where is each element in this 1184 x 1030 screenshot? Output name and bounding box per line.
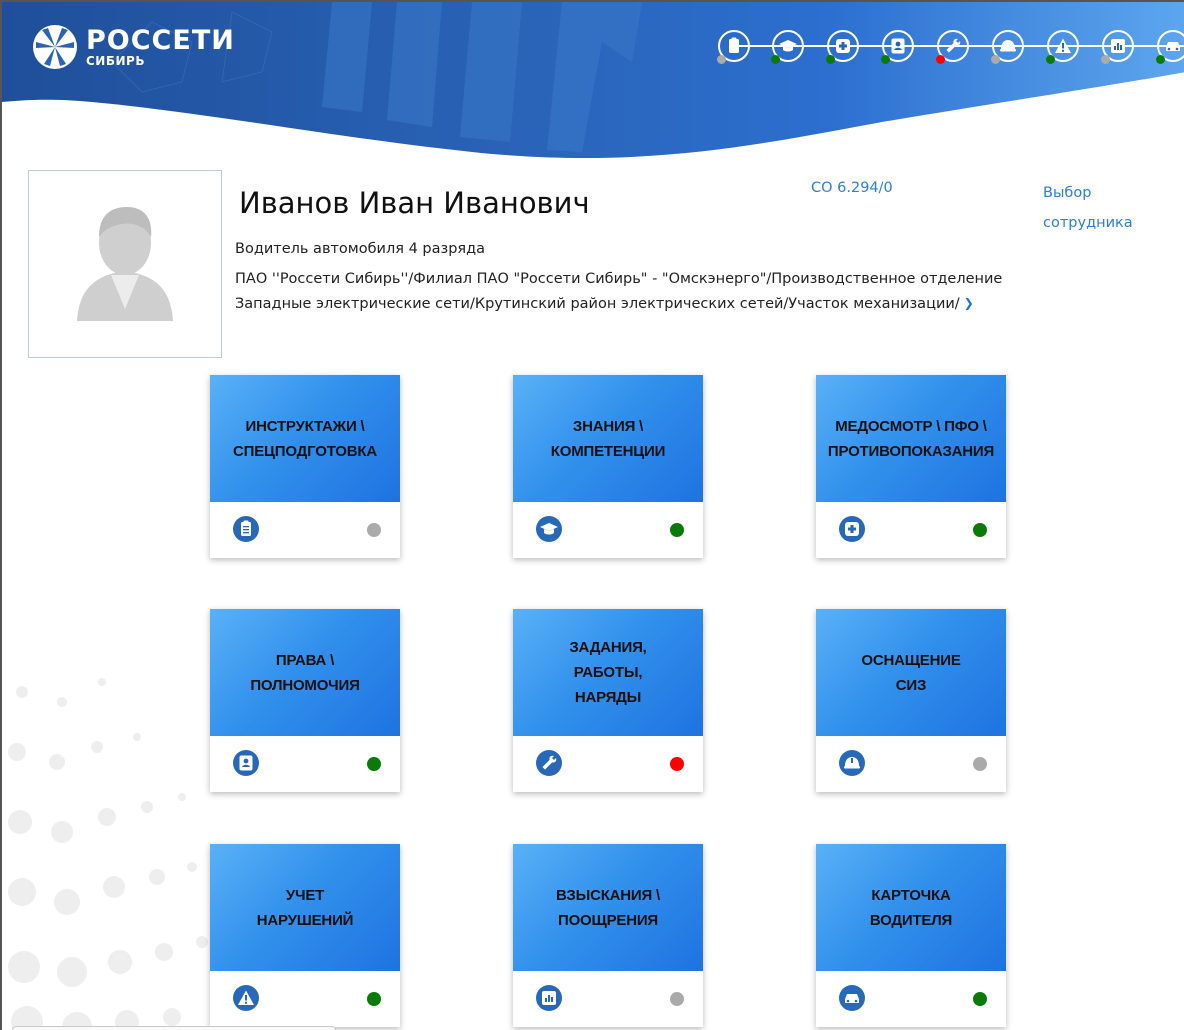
status-indicator xyxy=(367,992,381,1006)
tile-title: ИНСТРУКТАЖИ \ СПЕЦПОДГОТОВКА xyxy=(233,417,377,460)
helmet-icon xyxy=(1000,40,1016,52)
step-status-dot xyxy=(771,55,780,64)
step-status-dot xyxy=(826,55,835,64)
rosseti-logo-icon xyxy=(33,25,77,69)
tile-header[interactable]: КАРТОЧКА ВОДИТЕЛЯ xyxy=(816,844,1006,971)
user-avatar-icon xyxy=(77,207,173,321)
step-penalties[interactable] xyxy=(1101,30,1134,64)
clipboard-icon xyxy=(729,37,739,53)
step-knowledge[interactable] xyxy=(771,30,804,64)
chart-icon xyxy=(536,985,562,1011)
app-frame: РОССЕТИ СИБИРЬ Иванов Иван Иванович СО 6… xyxy=(0,0,1184,1030)
header-banner: РОССЕТИ СИБИРЬ xyxy=(2,2,1184,167)
tile-title: КАРТОЧКА ВОДИТЕЛЯ xyxy=(869,886,953,929)
step-rights[interactable] xyxy=(881,30,914,64)
module-tile[interactable]: ЗНАНИЯ \ КОМПЕТЕНЦИИ xyxy=(513,375,703,558)
tile-header[interactable]: УЧЕТ НАРУШЕНИЙ xyxy=(210,844,400,971)
step-instructions[interactable] xyxy=(717,30,750,64)
status-indicator xyxy=(367,757,381,771)
brand-name: РОССЕТИ xyxy=(86,24,235,56)
module-tile[interactable]: ВЗЫСКАНИЯ \ ПООЩРЕНИЯ xyxy=(513,844,703,1027)
tile-title: ОСНАЩЕНИЕ СИЗ xyxy=(861,651,961,694)
status-indicator xyxy=(670,992,684,1006)
chart-icon xyxy=(1111,39,1125,53)
tile-header[interactable]: ПРАВА \ ПОЛНОМОЧИЯ xyxy=(210,609,400,736)
step-equipment[interactable] xyxy=(991,30,1024,64)
step-status-dot xyxy=(991,55,1000,64)
tile-header[interactable]: ОСНАЩЕНИЕ СИЗ xyxy=(816,609,1006,736)
status-steps xyxy=(717,26,1184,66)
step-tasks[interactable] xyxy=(936,30,969,64)
step-status-dot xyxy=(1046,55,1055,64)
employee-position: Водитель автомобиля 4 разряда xyxy=(235,241,486,257)
status-indicator xyxy=(973,523,987,537)
tile-title: ЗНАНИЯ \ КОМПЕТЕНЦИИ xyxy=(550,417,666,460)
status-indicator xyxy=(367,523,381,537)
org-path-line-2: Западные электрические сети/Крутинский р… xyxy=(235,296,960,312)
brand-subname: СИБИРЬ xyxy=(86,53,145,68)
warning-icon xyxy=(1055,38,1071,53)
module-tile[interactable]: УЧЕТ НАРУШЕНИЙ xyxy=(210,844,400,1027)
step-status-dot xyxy=(1156,55,1165,64)
graduation-cap-icon xyxy=(779,40,797,52)
org-path-line-1: ПАО ''Россети Сибирь''/Филиал ПАО "Россе… xyxy=(235,271,1003,287)
tile-header[interactable]: ВЗЫСКАНИЯ \ ПООЩРЕНИЯ xyxy=(513,844,703,971)
tile-header[interactable]: ЗАДАНИЯ, РАБОТЫ, НАРЯДЫ xyxy=(513,609,703,736)
module-tile[interactable]: ОСНАЩЕНИЕ СИЗ xyxy=(816,609,1006,792)
step-status-dot xyxy=(936,55,945,64)
module-tile[interactable]: КАРТОЧКА ВОДИТЕЛЯ xyxy=(816,844,1006,1027)
wrench-icon xyxy=(536,750,562,776)
helmet-icon xyxy=(839,750,865,776)
step-medical[interactable] xyxy=(826,30,859,64)
tile-title: ВЗЫСКАНИЯ \ ПООЩРЕНИЯ xyxy=(555,886,661,929)
id-badge-icon xyxy=(891,38,905,54)
id-badge-icon xyxy=(233,750,259,776)
module-tile[interactable]: ПРАВА \ ПОЛНОМОЧИЯ xyxy=(210,609,400,792)
graduation-cap-icon xyxy=(536,516,562,542)
car-icon xyxy=(839,985,865,1011)
status-indicator xyxy=(973,757,987,771)
warning-icon xyxy=(233,985,259,1011)
module-tile[interactable]: МЕДОСМОТР \ ПФО \ ПРОТИВОПОКАЗАНИЯ xyxy=(816,375,1006,558)
brand-logo[interactable]: РОССЕТИ СИБИРЬ xyxy=(32,24,235,70)
car-icon xyxy=(1166,42,1180,51)
clipboard-icon xyxy=(233,516,259,542)
tile-header[interactable]: ИНСТРУКТАЖИ \ СПЕЦПОДГОТОВКА xyxy=(210,375,400,502)
step-status-dot xyxy=(1101,55,1110,64)
status-indicator xyxy=(973,992,987,1006)
module-tile[interactable]: ЗАДАНИЯ, РАБОТЫ, НАРЯДЫ xyxy=(513,609,703,792)
employee-name: Иванов Иван Иванович xyxy=(239,186,590,220)
employee-organization: ПАО ''Россети Сибирь''/Филиал ПАО "Россе… xyxy=(235,267,1135,317)
chevron-down-icon[interactable]: ❯ xyxy=(964,291,974,316)
wrench-icon xyxy=(946,38,961,53)
status-indicator xyxy=(670,757,684,771)
medical-cross-icon xyxy=(839,516,865,542)
bottom-panel-tab[interactable] xyxy=(12,1026,336,1030)
step-status-dot xyxy=(717,55,726,64)
module-tile[interactable]: ИНСТРУКТАЖИ \ СПЕЦПОДГОТОВКА xyxy=(210,375,400,558)
tile-title: УЧЕТ НАРУШЕНИЙ xyxy=(256,886,354,929)
standard-code-link[interactable]: СО 6.294/0 xyxy=(811,180,893,196)
select-employee-link[interactable]: Выбор сотрудника xyxy=(1043,178,1153,238)
status-indicator xyxy=(670,523,684,537)
medical-cross-icon xyxy=(836,39,850,53)
step-driver-card[interactable] xyxy=(1156,30,1184,64)
tile-header[interactable]: МЕДОСМОТР \ ПФО \ ПРОТИВОПОКАЗАНИЯ xyxy=(816,375,1006,502)
tile-title: МЕДОСМОТР \ ПФО \ ПРОТИВОПОКАЗАНИЯ xyxy=(827,417,995,460)
step-status-dot xyxy=(881,55,890,64)
tile-header[interactable]: ЗНАНИЯ \ КОМПЕТЕНЦИИ xyxy=(513,375,703,502)
tile-title: ПРАВА \ ПОЛНОМОЧИЯ xyxy=(250,651,360,694)
step-violations[interactable] xyxy=(1046,30,1079,64)
tile-title: ЗАДАНИЯ, РАБОТЫ, НАРЯДЫ xyxy=(569,639,647,706)
employee-photo xyxy=(28,170,222,358)
